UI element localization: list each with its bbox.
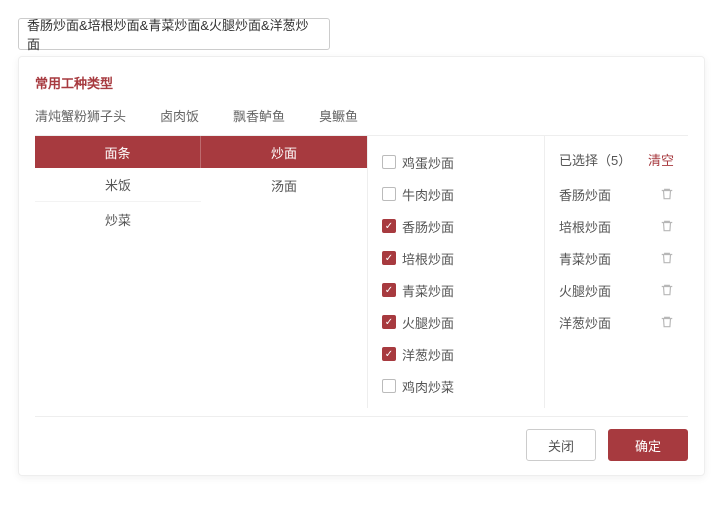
subtab-1[interactable]: 卤肉饭	[160, 106, 199, 125]
trash-icon[interactable]	[660, 251, 674, 265]
selected-item-label: 培根炒面	[559, 217, 611, 236]
selected-item: 火腿炒面	[559, 274, 674, 306]
trash-icon[interactable]	[660, 187, 674, 201]
summary-input-text: 香肠炒面&培根炒面&青菜炒面&火腿炒面&洋葱炒面	[27, 15, 321, 53]
column-2-header: 炒面	[201, 136, 367, 168]
selected-item-label: 洋葱炒面	[559, 313, 611, 332]
trash-icon[interactable]	[660, 283, 674, 297]
option-label: 牛肉炒面	[402, 185, 454, 204]
column-1-header: 面条	[35, 136, 201, 168]
option-row[interactable]: ✓ 香肠炒面	[382, 210, 530, 242]
trash-icon[interactable]	[660, 219, 674, 233]
subtab-3[interactable]: 臭鳜鱼	[319, 106, 358, 125]
option-label: 培根炒面	[402, 249, 454, 268]
checkbox-icon[interactable]: ✓	[382, 283, 396, 297]
option-label: 火腿炒面	[402, 313, 454, 332]
option-row[interactable]: ✓ 火腿炒面	[382, 306, 530, 338]
selected-panel: 已选择（5） 清空 香肠炒面培根炒面青菜炒面火腿炒面洋葱炒面	[545, 136, 688, 408]
option-label: 香肠炒面	[402, 217, 454, 236]
column-1-item[interactable]: 米饭	[35, 168, 201, 202]
column-1-item[interactable]: 炒菜	[35, 202, 201, 236]
summary-input[interactable]: 香肠炒面&培根炒面&青菜炒面&火腿炒面&洋葱炒面	[18, 18, 330, 50]
checkbox-icon[interactable]: ✓	[382, 315, 396, 329]
option-label: 鸡蛋炒面	[402, 153, 454, 172]
option-label: 青菜炒面	[402, 281, 454, 300]
column-category-2: 炒面 汤面	[201, 136, 367, 408]
selected-item: 香肠炒面	[559, 178, 674, 210]
option-label: 鸡肉炒菜	[402, 377, 454, 396]
checkbox-icon[interactable]	[382, 155, 396, 169]
selected-item-label: 香肠炒面	[559, 185, 611, 204]
option-row[interactable]: 牛肉炒面	[382, 178, 530, 210]
sub-tabs: 清炖蟹粉狮子头 卤肉饭 飘香鲈鱼 臭鳜鱼	[35, 106, 688, 125]
selected-item: 青菜炒面	[559, 242, 674, 274]
column-2-item[interactable]: 汤面	[201, 168, 367, 202]
option-row[interactable]: ✓ 培根炒面	[382, 242, 530, 274]
checkbox-icon[interactable]: ✓	[382, 219, 396, 233]
column-category-1: 面条 米饭 炒菜	[35, 136, 201, 408]
subtab-2[interactable]: 飘香鲈鱼	[233, 106, 285, 125]
checkbox-icon[interactable]: ✓	[382, 347, 396, 361]
checkbox-icon[interactable]: ✓	[382, 251, 396, 265]
clear-button[interactable]: 清空	[648, 150, 674, 169]
ok-button[interactable]: 确定	[608, 429, 688, 461]
checkbox-icon[interactable]	[382, 379, 396, 393]
option-label: 洋葱炒面	[402, 345, 454, 364]
selected-item: 洋葱炒面	[559, 306, 674, 338]
selected-title: 已选择（5）	[559, 150, 631, 169]
selected-item-label: 火腿炒面	[559, 281, 611, 300]
option-row[interactable]: 鸡蛋炒面	[382, 146, 530, 178]
content-area: 面条 米饭 炒菜 炒面 汤面 鸡蛋炒面牛肉炒面 ✓ 香肠炒面 ✓ 培根炒面 ✓ 青菜炒面 ✓ 火…	[35, 135, 688, 408]
options-list[interactable]: 鸡蛋炒面牛肉炒面 ✓ 香肠炒面 ✓ 培根炒面 ✓ 青菜炒面 ✓ 火腿炒面 ✓ 洋葱炒面鸡肉炒菜	[367, 136, 545, 408]
main-tabs: 常用工种类型	[35, 73, 688, 96]
option-row[interactable]: ✓ 洋葱炒面	[382, 338, 530, 370]
selected-item: 培根炒面	[559, 210, 674, 242]
selected-item-label: 青菜炒面	[559, 249, 611, 268]
subtab-0[interactable]: 清炖蟹粉狮子头	[35, 106, 126, 125]
footer: 关闭 确定	[35, 416, 688, 461]
trash-icon[interactable]	[660, 315, 674, 329]
checkbox-icon[interactable]	[382, 187, 396, 201]
close-button[interactable]: 关闭	[526, 429, 596, 461]
option-row[interactable]: 鸡肉炒菜	[382, 370, 530, 402]
selector-panel: 常用工种类型 清炖蟹粉狮子头 卤肉饭 飘香鲈鱼 臭鳜鱼 面条 米饭 炒菜 炒面 …	[18, 56, 705, 476]
option-row[interactable]: ✓ 青菜炒面	[382, 274, 530, 306]
tab-common-types[interactable]: 常用工种类型	[35, 73, 113, 96]
